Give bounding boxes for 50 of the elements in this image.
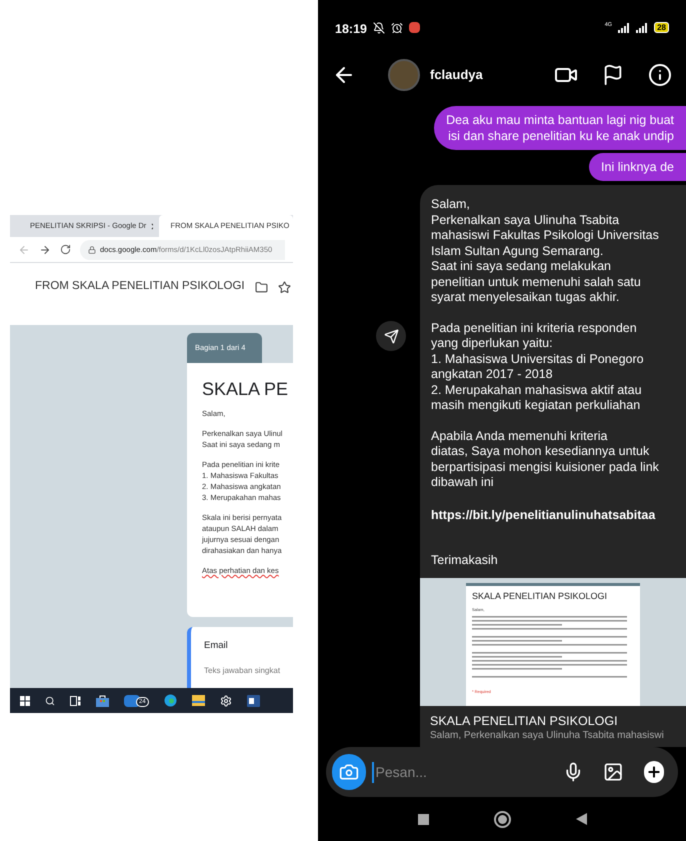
search-icon[interactable] — [45, 696, 55, 706]
back-button[interactable] — [576, 813, 586, 825]
flag-icon[interactable] — [602, 64, 624, 86]
word-icon[interactable] — [246, 694, 260, 706]
message-text: Apabila Anda memenuhi kriteria diatas, Saya mohon kesediannya untuk berpartisipasi mengisi kuisioner pada link dibawah ini — [431, 428, 660, 490]
signal-icon — [636, 23, 648, 33]
sent-message: Dea aku mau minta bantuan lagi nig buat isi dan share penelitian ku ke anak undip — [434, 106, 686, 150]
camera-icon — [338, 762, 359, 782]
send-icon — [384, 328, 398, 344]
message-input[interactable]: Pesan... — [372, 762, 557, 782]
gallery-icon[interactable] — [603, 761, 624, 783]
sent-message: Ini linknya de — [589, 153, 686, 181]
answer-field[interactable]: Teks jawaban singkat — [204, 665, 293, 678]
camera-button[interactable] — [332, 754, 366, 790]
folder-icon[interactable] — [254, 280, 268, 294]
message-text: Terimakasih — [431, 552, 499, 570]
contact-name[interactable]: fclaudya — [430, 65, 483, 85]
browser-icon[interactable] — [164, 694, 177, 707]
forward-icon[interactable] — [39, 244, 51, 256]
preview-title: SKALA PENELITIAN PSIKOLOGI — [430, 714, 619, 729]
notification-icon — [408, 22, 420, 33]
status-time: 18:19 — [335, 21, 367, 38]
lock-icon — [88, 246, 96, 254]
home-button[interactable] — [494, 810, 510, 828]
folder-icon[interactable] — [192, 695, 205, 706]
muted-bell-icon — [372, 22, 385, 34]
message-link[interactable]: https://bit.ly/penelitianulinuhatsabitaa — [431, 506, 675, 524]
add-button[interactable] — [644, 761, 664, 783]
windows-icon[interactable] — [20, 696, 30, 706]
settings-icon[interactable] — [220, 694, 232, 706]
reload-icon[interactable] — [60, 244, 71, 255]
task-view-icon[interactable] — [70, 696, 81, 706]
signal-icon — [618, 23, 630, 33]
share-button[interactable] — [376, 321, 406, 351]
alarm-icon — [390, 22, 403, 34]
store-icon[interactable] — [96, 694, 109, 706]
star-icon[interactable] — [278, 280, 291, 294]
plus-icon — [646, 764, 662, 780]
document-title: FROM SKALA PENELITIAN PSIKOLOGI — [35, 279, 245, 294]
avatar[interactable] — [388, 59, 420, 91]
mail-button[interactable] — [124, 694, 140, 706]
message-text: Salam, Perkenalkan saya Ulinuha Tsabita mahasiswi Fakultas Psikologi Universitas Islam Sultan Agung Semarang. Saat ini saya sedang melakukan penelitian untuk memenuhi salah satu syarat menyelesaikan tugas akhir. — [431, 197, 660, 306]
info-icon[interactable] — [648, 63, 672, 87]
preview-description: Salam, Perkenalkan saya Ulinuha Tsabita mahasiswi — [430, 729, 665, 743]
message-text: Pada penelitian ini kriteria responden yang diperlukan yaitu: 1. Mahasiswa Universitas di Ponegoro angkatan 2017 - 2018 2. Merupakahan mahasiswa aktif atau masih mengikuti kegiatan perkuliahan — [431, 320, 645, 414]
form-title: SKALA PE — [202, 379, 290, 399]
recent-apps-button[interactable] — [418, 814, 428, 824]
preview-form-title: SKALA PENELITIAN PSIKOLOGI — [472, 590, 608, 603]
question-title: Email — [204, 639, 229, 653]
battery-indicator: 28 — [654, 22, 669, 33]
